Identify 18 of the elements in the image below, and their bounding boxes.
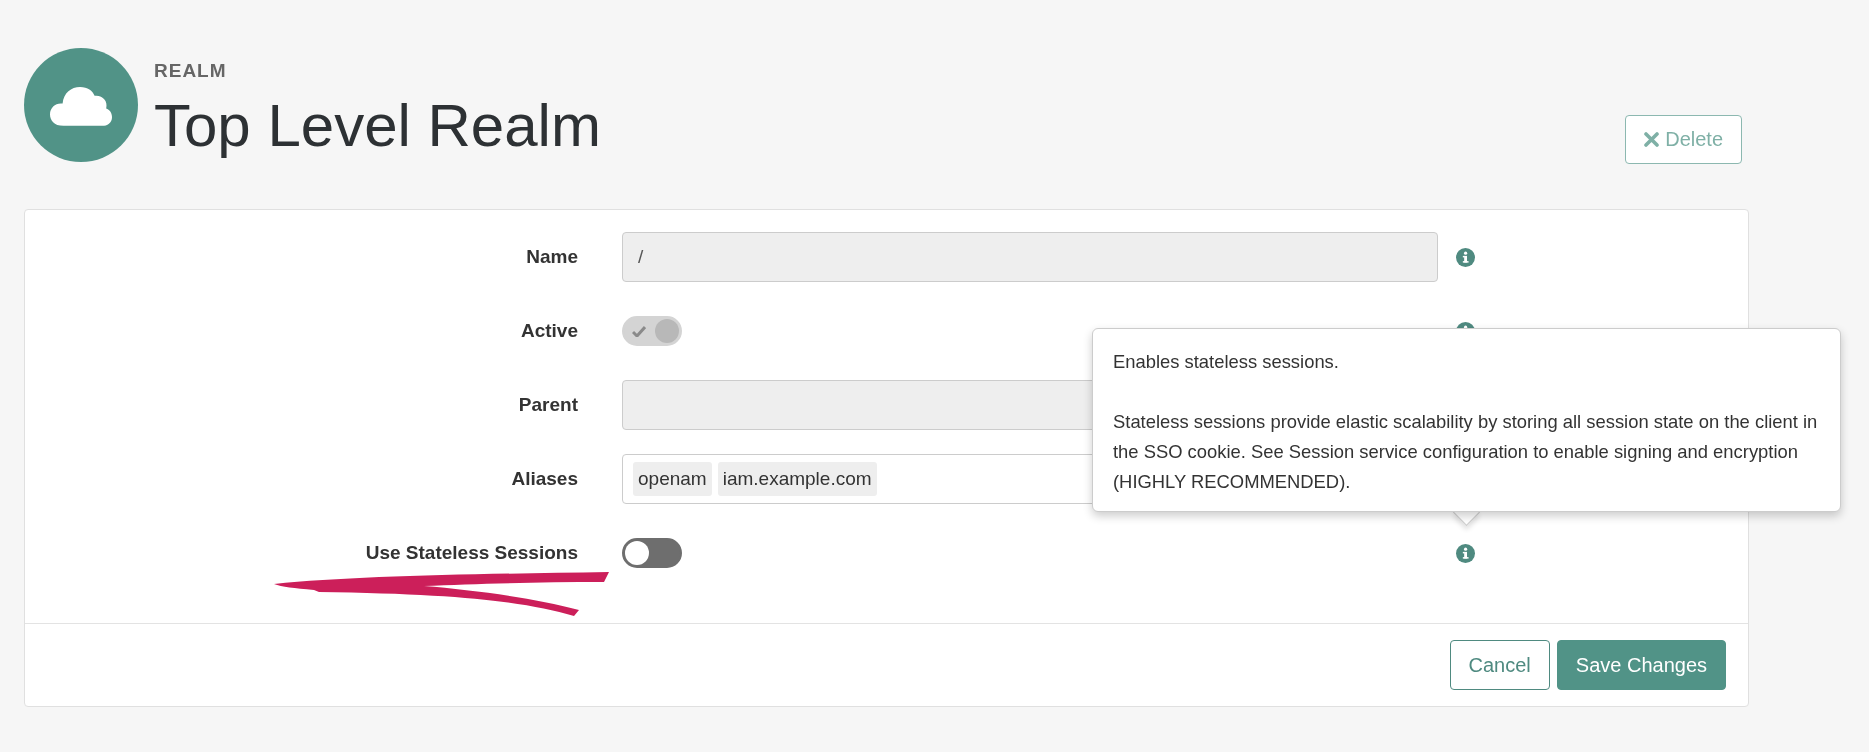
check-icon xyxy=(632,326,646,337)
field-label: Aliases xyxy=(511,468,578,490)
close-icon xyxy=(1644,132,1660,147)
alias-tag: iam.example.com xyxy=(717,462,877,496)
info-icon[interactable] xyxy=(1456,543,1475,563)
cancel-button[interactable]: Cancel xyxy=(1449,640,1550,690)
delete-button[interactable]: Delete xyxy=(1625,115,1742,164)
field-label: Active xyxy=(520,320,578,342)
section-label: REALM xyxy=(154,60,228,82)
field-label: Use Stateless Sessions xyxy=(365,542,578,564)
alias-tag: openam xyxy=(633,462,712,496)
page-title: Top Level Realm xyxy=(154,91,601,161)
save-button[interactable]: Save Changes xyxy=(1556,640,1726,690)
toggle-switch[interactable] xyxy=(622,538,682,568)
field-label: Parent xyxy=(518,394,578,416)
tooltip-text: Enables stateless sessions. xyxy=(1113,350,1340,374)
cloud-icon xyxy=(50,84,112,126)
field-label: Name xyxy=(526,246,578,268)
